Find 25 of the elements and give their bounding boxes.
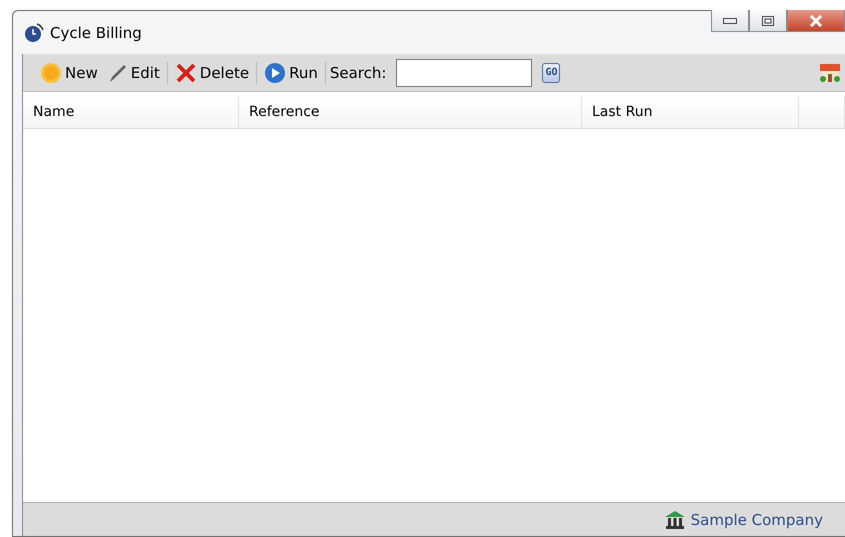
minimize-icon [723,18,737,24]
column-header[interactable]: Last Run [582,96,799,128]
sun-icon [40,62,62,84]
bank-icon [664,510,686,530]
maximize-icon [762,16,774,26]
maximize-button[interactable] [749,10,787,32]
search-field[interactable] [396,58,532,86]
clock-icon [22,22,44,44]
column-header[interactable]: Name [23,96,239,128]
company-name[interactable]: Sample Company [690,510,823,528]
store-icon[interactable] [819,62,841,84]
delete-button[interactable]: Delete [172,62,252,84]
play-icon [264,62,286,84]
column-header[interactable]: Reference [239,96,582,128]
close-button[interactable] [787,10,845,32]
edit-button[interactable]: Edit [104,62,163,82]
window-title: Cycle Billing [50,24,142,42]
minimize-button[interactable] [711,10,749,32]
pencil-icon [108,62,128,82]
close-icon [809,14,823,26]
search-label: Search: [330,64,386,82]
close-icon [174,62,197,84]
new-button[interactable]: New [37,62,101,84]
go-button[interactable]: GO [542,62,560,82]
run-button[interactable]: Run [261,62,321,84]
